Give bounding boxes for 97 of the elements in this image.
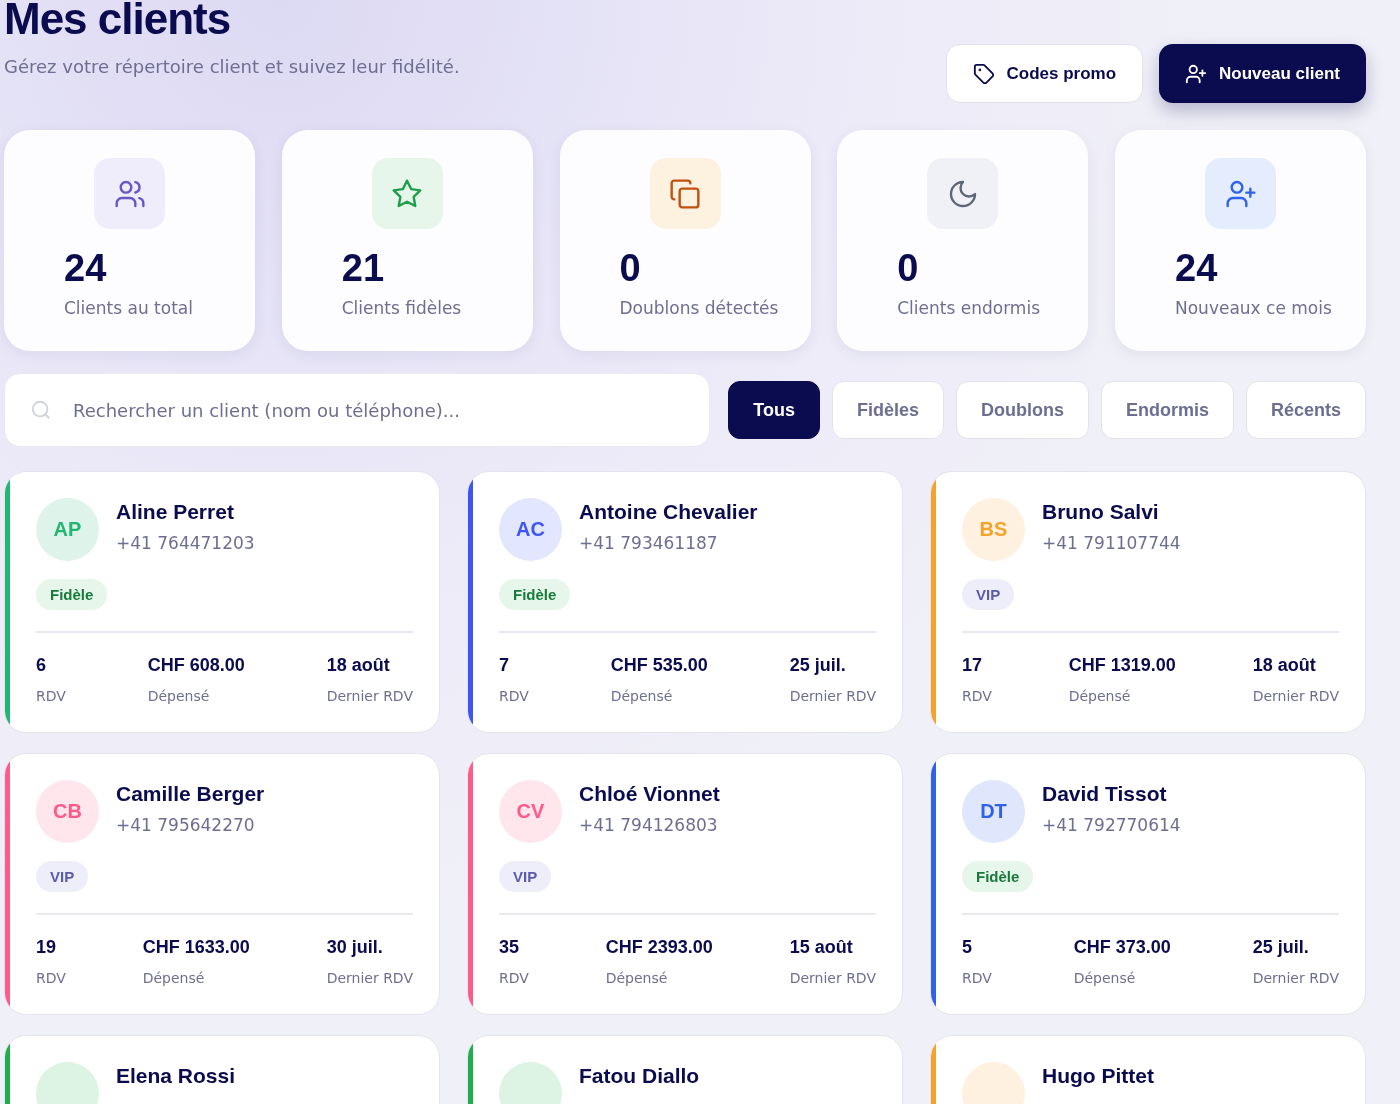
- client-name: Camille Berger: [116, 782, 265, 806]
- client-tag: Fidèle: [36, 579, 108, 610]
- stat-value: 24: [1175, 247, 1219, 290]
- client-stat-value: 25 juil.: [789, 655, 847, 676]
- client-tag: Fidèle: [499, 579, 571, 610]
- client-phone: +41 764471203: [116, 533, 255, 554]
- client-phone: +41 795642270: [116, 815, 256, 836]
- avatar: CV: [499, 780, 562, 843]
- client-stat-value: CHF 373.00: [1073, 937, 1171, 958]
- client-stat-label: Dernier RDV: [326, 688, 413, 704]
- copy-icon: [669, 177, 701, 210]
- client-card[interactable]: CV Chloé Vionnet +41 794126803 VIP 35 RDV CHF 2393.00 Dépensé 15 août Dernier RDV: [467, 753, 903, 1015]
- stat-value: 24: [64, 247, 108, 290]
- client-card[interactable]: DT David Tissot +41 792770614 Fidèle 5 RDV CHF 373.00 Dépensé 25 juil. Dernier RDV: [930, 753, 1366, 1015]
- client-tag: VIP: [962, 579, 1015, 610]
- client-tag: VIP: [36, 861, 89, 892]
- client-stat-label: RDV: [36, 970, 66, 986]
- client-stat-value: 25 juil.: [1252, 937, 1310, 958]
- page-title: Mes clients: [4, 0, 232, 44]
- promo-codes-button[interactable]: Codes promo: [945, 44, 1144, 103]
- user-plus-icon: [1185, 62, 1208, 85]
- client-stat-label: RDV: [499, 970, 529, 986]
- client-phone: +41 791107744: [1042, 533, 1181, 554]
- client-card[interactable]: Fatou Diallo: [467, 1035, 903, 1104]
- stat-value: 0: [897, 247, 920, 290]
- client-card[interactable]: BS Bruno Salvi +41 791107744 VIP 17 RDV CHF 1319.00 Dépensé 18 août Dernier RDV: [930, 471, 1366, 733]
- client-stat-label: Dépensé: [605, 970, 669, 986]
- client-name: Aline Perret: [116, 500, 235, 524]
- client-card[interactable]: AP Aline Perret +41 764471203 Fidèle 6 RDV CHF 608.00 Dépensé 18 août Dernier RDV: [4, 471, 440, 733]
- client-stat-value: CHF 2393.00: [605, 937, 713, 958]
- new-client-button[interactable]: Nouveau client: [1159, 44, 1366, 103]
- avatar: BS: [962, 498, 1025, 561]
- client-stat-label: Dépensé: [610, 688, 674, 704]
- client-stat-value: 18 août: [1252, 655, 1317, 676]
- client-stat-label: Dernier RDV: [789, 688, 876, 704]
- client-name: Hugo Pittet: [1042, 1064, 1154, 1088]
- client-stat-label: Dernier RDV: [326, 970, 413, 986]
- client-tag: Fidèle: [962, 861, 1034, 892]
- client-name: Elena Rossi: [116, 1064, 236, 1088]
- client-stat-value: 30 juil.: [326, 937, 384, 958]
- client-card[interactable]: CB Camille Berger +41 795642270 VIP 19 RDV CHF 1633.00 Dépensé 30 juil. Dernier RDV: [4, 753, 440, 1015]
- avatar: AP: [36, 498, 99, 561]
- client-stat-label: Dépensé: [147, 688, 211, 704]
- client-name: Fatou Diallo: [579, 1064, 700, 1088]
- client-stat-value: 35: [499, 937, 521, 958]
- client-stat-value: 18 août: [326, 655, 391, 676]
- search-icon: [30, 399, 52, 421]
- client-stat-label: RDV: [36, 688, 66, 704]
- client-stat-value: CHF 1633.00: [142, 937, 250, 958]
- stat-label: Nouveaux ce mois: [1175, 298, 1333, 318]
- client-stat-value: 7: [499, 655, 510, 676]
- client-name: Bruno Salvi: [1042, 500, 1160, 524]
- stat-value: 0: [619, 247, 642, 290]
- star-icon: [391, 177, 424, 210]
- client-stat-value: CHF 535.00: [610, 655, 708, 676]
- avatar: AC: [499, 498, 562, 561]
- client-stat-value: 19: [36, 937, 58, 958]
- stat-value: 21: [341, 247, 386, 290]
- filter-tab[interactable]: Doublons: [955, 381, 1089, 439]
- client-stat-value: 5: [962, 937, 973, 958]
- client-tag: VIP: [499, 861, 552, 892]
- client-name: Antoine Chevalier: [579, 500, 758, 524]
- filter-tab[interactable]: Tous: [728, 381, 820, 439]
- client-stat-label: RDV: [499, 688, 529, 704]
- client-stat-label: Dépensé: [1073, 970, 1137, 986]
- client-card[interactable]: Elena Rossi: [4, 1035, 440, 1104]
- client-stat-value: CHF 1319.00: [1068, 655, 1176, 676]
- client-stat-label: Dernier RDV: [1252, 970, 1339, 986]
- client-stat-label: RDV: [962, 970, 992, 986]
- page-subtitle: Gérez votre répertoire client et suivez leur fidélité.: [4, 56, 460, 77]
- client-stat-label: RDV: [962, 688, 992, 704]
- avatar: CB: [36, 780, 99, 843]
- client-stat-label: Dépensé: [1068, 688, 1132, 704]
- client-name: Chloé Vionnet: [579, 782, 720, 806]
- client-card[interactable]: AC Antoine Chevalier +41 793461187 Fidèle 7 RDV CHF 535.00 Dépensé 25 juil. Dernier RDV: [467, 471, 903, 733]
- client-stat-value: 6: [36, 655, 47, 676]
- client-phone: +41 792770614: [1042, 815, 1181, 836]
- client-stat-value: 15 août: [789, 937, 854, 958]
- client-phone: +41 793461187: [579, 533, 719, 554]
- client-card[interactable]: Hugo Pittet: [930, 1035, 1366, 1104]
- client-name: David Tissot: [1042, 782, 1168, 806]
- filter-tab[interactable]: Fidèles: [831, 381, 944, 439]
- stat-label: Doublons détectés: [619, 298, 780, 318]
- stat-label: Clients fidèles: [341, 298, 463, 318]
- filter-tab[interactable]: Endormis: [1100, 381, 1234, 439]
- stat-label: Clients au total: [64, 298, 194, 318]
- client-stat-value: 17: [962, 655, 984, 676]
- stat-label: Clients endormis: [897, 298, 1041, 318]
- filter-tab[interactable]: Récents: [1245, 381, 1366, 439]
- client-stat-label: Dépensé: [142, 970, 206, 986]
- client-stat-label: Dernier RDV: [789, 970, 876, 986]
- avatar: DT: [962, 780, 1025, 843]
- client-stat-value: CHF 608.00: [147, 655, 245, 676]
- search-field[interactable]: Rechercher un client (nom ou téléphone)...: [4, 373, 711, 447]
- tag-icon: [972, 62, 995, 85]
- client-phone: +41 794126803: [579, 815, 719, 836]
- client-stat-label: Dernier RDV: [1252, 688, 1339, 704]
